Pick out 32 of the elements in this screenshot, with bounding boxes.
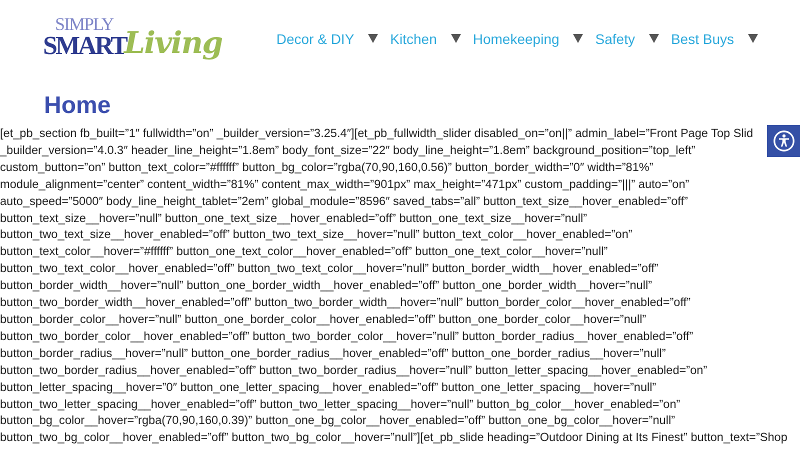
shortcode-text: button_two_letter_spacing__hover_enabled=”off” button_two_letter_spacing__hover=”null” button_bg_color__hover_enabled=”on” xyxy=(0,396,680,412)
caret-icon[interactable] xyxy=(368,34,378,43)
shortcode-text: button_letter_spacing__hover=”0″ button_one_letter_spacing__hover_enabled=”off” button_one_letter_spacing__hover=”null” xyxy=(0,378,656,396)
shortcode-text: button_text_size__hover=”null” button_one_text_size__hover_enabled=”off” button_one_text_size__hover=”null” xyxy=(0,210,588,226)
shortcode-text: button_two_text_color__hover_enabled=”off” button_two_text_color__hover=”null” button_border_width__hover_enabled=”off” xyxy=(0,260,658,278)
shortcode-text: button_bg_color__hover=”rgba(70,90,160,0.39)” button_one_bg_color__hover_enabled=”off” button_one_bg_color__hover=”null” xyxy=(0,412,676,430)
shortcode-text: button_two_text_size__hover_enabled=”off” button_two_text_size__hover=”null” button_text_color__hover_enabled=”on” xyxy=(0,226,632,244)
nav-link[interactable]: Best Buys xyxy=(670,30,734,46)
shortcode-text: button_two_border_width__hover_enabled=”off” button_two_border_width__hover=”null” button_border_color__hover_enabled=”off” xyxy=(0,294,690,311)
shortcode-text: button_border_radius__hover=”null” button_one_border_radius__hover_enabled=”off” button_one_border_radius__hover=”null” xyxy=(0,344,666,362)
accessibility-button[interactable] xyxy=(767,125,800,157)
shortcode-text: button_two_bg_color__hover_enabled=”off” button_two_bg_color__hover=”null”][et_pb_slide heading=”Outdoor Dining at Its Finest” button_text=”Shop xyxy=(0,429,788,446)
nav-link[interactable]: Kitchen xyxy=(390,30,437,46)
shortcode-text: custom_button=”on” button_text_color=”#ffffff” button_bg_color=”rgba(70,90,160,0.56)” button_border_width=”0″ width=”81%” xyxy=(0,158,654,176)
shortcode-text: button_border_width__hover=”null” button_one_border_width__hover_enabled=”off” button_one_border_width__hover=”null” xyxy=(0,277,652,294)
shortcode-text: [et_pb_section fb_built=”1″ fullwidth=”on” _builder_version=”3.25.4″][et_pb_fullwidth_slider disabled_on=”on||” admin_label=”Front Page Top Slid xyxy=(0,125,754,142)
nav-link[interactable]: Safety xyxy=(595,30,635,46)
shortcode-text: button_border_color__hover=”null” button_one_border_color__hover_enabled=”off” button_one_border_color__hover=”null” xyxy=(0,310,646,328)
shortcode-text: module_alignment=”center” content_width=”81%” content_max_width=”901px” max_height=”471px” custom_padding=”|||” auto=”on” xyxy=(0,176,690,193)
shortcode-text: auto_speed=”5000″ body_line_height_tablet=”2em” global_module=”8596″ saved_tabs=”all” button_text_size__hover_enabled=”off” xyxy=(0,192,688,210)
shortcode-text: button_two_border_color__hover_enabled=”off” button_two_border_color__hover=”null” button_border_radius__hover_enabled=”off” xyxy=(0,328,694,345)
page-title: Home xyxy=(44,91,112,121)
nav-link[interactable]: Decor & DIY xyxy=(276,30,354,46)
caret-icon[interactable] xyxy=(573,34,584,43)
caret-icon[interactable] xyxy=(450,34,461,43)
caret-icon[interactable] xyxy=(648,34,659,43)
nav-link[interactable]: Homekeeping xyxy=(472,30,560,46)
caret-icon[interactable] xyxy=(748,34,758,43)
accessibility-icon xyxy=(772,130,794,152)
shortcode-text: button_text_color__hover=”#ffffff” button_one_text_color__hover_enabled=”off” button_one_text_color__hover=”null” xyxy=(0,243,608,260)
shortcode-text: button_two_border_radius__hover_enabled=”off” button_two_border_radius__hover=”null” button_letter_spacing__hover_enabled=”on” xyxy=(0,362,708,379)
shortcode-text: _builder_version=”4.0.3″ header_line_height=”1.8em” body_font_size=”22″ body_line_height=”1.8em” background_position=”top_left” xyxy=(0,142,696,159)
